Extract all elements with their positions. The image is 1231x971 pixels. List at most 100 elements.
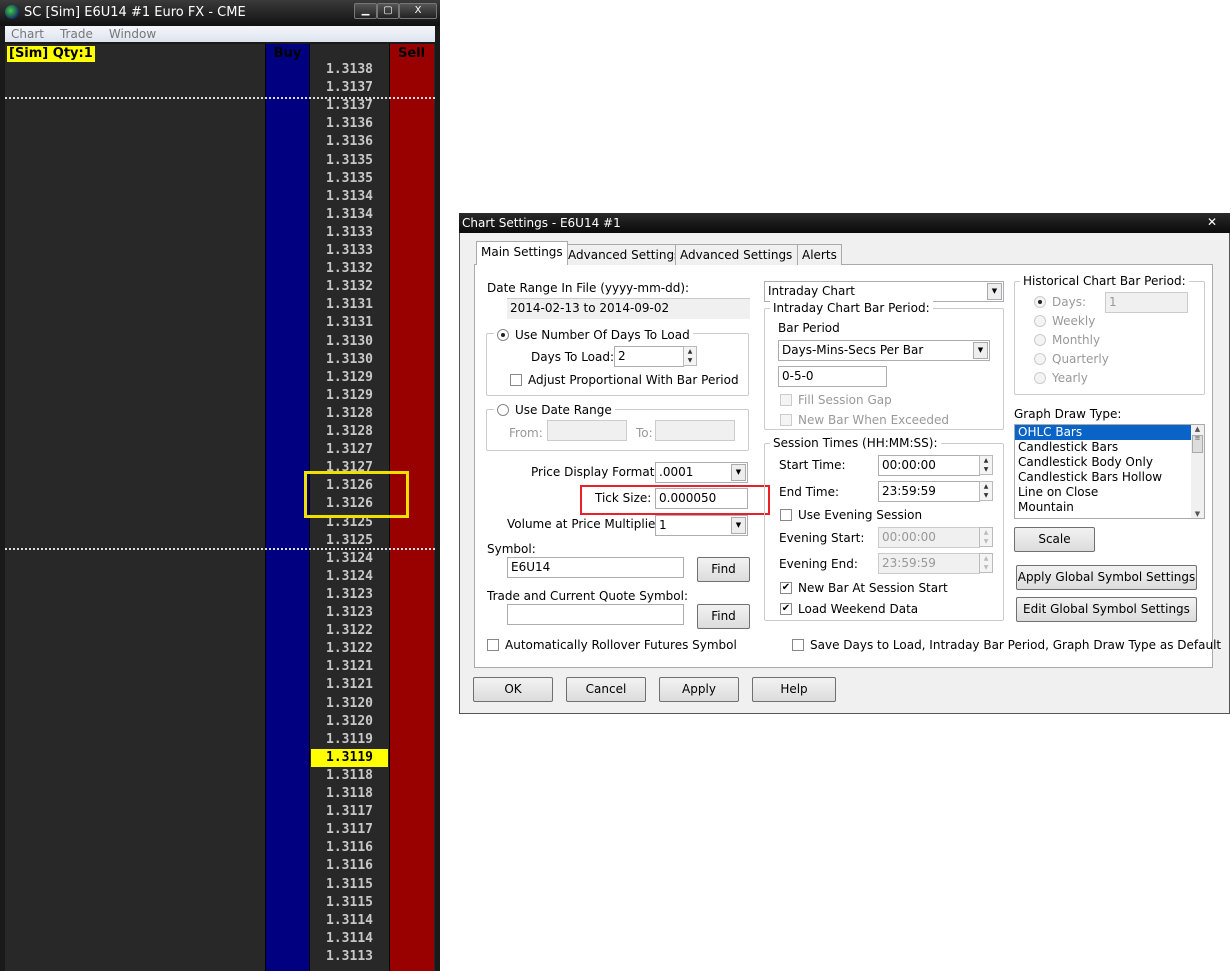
hist-days-input[interactable]: 1 — [1105, 292, 1188, 313]
hist-radio[interactable] — [1034, 353, 1046, 365]
menu-trade[interactable]: Trade — [60, 27, 93, 41]
from-input[interactable] — [547, 420, 627, 441]
hist-radio[interactable] — [1034, 372, 1046, 384]
price-row[interactable]: 1.3138 — [310, 61, 389, 79]
price-row[interactable]: 1.3130 — [310, 333, 389, 351]
evening-end-spinner[interactable]: ▲ ▼ — [979, 553, 993, 573]
edit-global-button[interactable]: Edit Global Symbol Settings — [1016, 597, 1197, 622]
price-row[interactable]: 1.3124 — [310, 550, 389, 568]
graph-type-item[interactable]: Candlestick Bars — [1015, 440, 1191, 455]
price-row[interactable]: 1.3123 — [310, 604, 389, 622]
price-row[interactable]: 1.3114 — [310, 912, 389, 930]
help-button[interactable]: Help — [752, 677, 836, 702]
bar-period-input[interactable]: 0-5-0 — [778, 366, 887, 387]
graph-type-item[interactable]: OHLC Bars — [1015, 425, 1191, 440]
end-time-spinner[interactable]: ▲ ▼ — [979, 481, 993, 501]
current-price-row[interactable]: 1.3119 — [311, 748, 388, 767]
price-row[interactable]: 1.3121 — [310, 658, 389, 676]
maximize-button[interactable]: ▢ — [377, 3, 399, 19]
price-row[interactable]: 1.3117 — [310, 821, 389, 839]
rollover-checkbox[interactable] — [487, 639, 499, 651]
price-row[interactable]: 1.3115 — [310, 894, 389, 912]
price-row[interactable]: 1.3128 — [310, 423, 389, 441]
price-row[interactable]: 1.3136 — [310, 115, 389, 133]
menu-chart[interactable]: Chart — [11, 27, 44, 41]
hist-option-2[interactable]: Monthly — [1034, 333, 1100, 347]
price-row[interactable]: 1.3132 — [310, 260, 389, 278]
hist-radio[interactable] — [1034, 334, 1046, 346]
price-format-select[interactable]: .0001 ▼ — [655, 462, 748, 483]
price-row[interactable]: 1.3135 — [310, 170, 389, 188]
price-row[interactable]: 1.3134 — [310, 188, 389, 206]
close-button[interactable]: X — [399, 3, 437, 19]
graph-type-item[interactable]: Line on Close — [1015, 485, 1191, 500]
cancel-button[interactable]: Cancel — [566, 677, 646, 702]
price-row[interactable]: 1.3120 — [310, 695, 389, 713]
quote-symbol-input[interactable] — [507, 604, 684, 625]
scrollbar[interactable]: ▲ ≡ ▼ — [1191, 425, 1204, 518]
hist-radio[interactable] — [1034, 315, 1046, 327]
price-row[interactable]: 1.3131 — [310, 296, 389, 314]
new-bar-session-row[interactable]: ✔ New Bar At Session Start — [780, 581, 948, 595]
price-row[interactable]: 1.3122 — [310, 640, 389, 658]
price-row[interactable]: 1.3123 — [310, 586, 389, 604]
days-to-load-input[interactable]: 2 — [614, 346, 684, 367]
price-row[interactable]: 1.3115 — [310, 876, 389, 894]
hist-option-4[interactable]: Yearly — [1034, 371, 1088, 385]
price-row[interactable]: 1.3119 — [310, 731, 389, 749]
fill-gap-checkbox[interactable] — [780, 394, 792, 406]
symbol-input[interactable]: E6U14 — [507, 557, 684, 578]
apply-button[interactable]: Apply — [659, 677, 739, 702]
new-bar-exceeded-checkbox[interactable] — [780, 414, 792, 426]
use-evening-row[interactable]: Use Evening Session — [780, 508, 922, 522]
graph-draw-type-list[interactable]: OHLC Bars Candlestick Bars Candlestick Bod… — [1014, 424, 1205, 519]
price-row[interactable]: 1.3134 — [310, 206, 389, 224]
graph-type-item[interactable]: Candlestick Bars Hollow — [1015, 470, 1191, 485]
find-quote-button[interactable]: Find — [697, 604, 750, 629]
price-row[interactable]: 1.3121 — [310, 676, 389, 694]
hist-option-3[interactable]: Quarterly — [1034, 352, 1109, 366]
price-row[interactable]: 1.3133 — [310, 242, 389, 260]
price-row[interactable]: 1.3116 — [310, 857, 389, 875]
graph-type-item[interactable]: Mountain — [1015, 500, 1191, 515]
price-row[interactable]: 1.3137 — [310, 79, 389, 97]
price-row[interactable]: 1.3114 — [310, 930, 389, 948]
chart-type-select[interactable]: Intraday Chart ▼ — [764, 281, 1004, 302]
evening-start-input[interactable]: 00:00:00 — [878, 527, 980, 548]
price-row[interactable]: 1.3131 — [310, 314, 389, 332]
price-row[interactable]: 1.3118 — [310, 785, 389, 803]
price-row[interactable]: 1.3137 — [310, 97, 389, 115]
evening-start-spinner[interactable]: ▲ ▼ — [979, 527, 993, 547]
scale-button[interactable]: Scale — [1014, 527, 1095, 552]
adjust-checkbox-row[interactable]: Adjust Proportional With Bar Period — [510, 373, 739, 387]
price-row[interactable]: 1.3127 — [310, 441, 389, 459]
vap-select[interactable]: 1 ▼ — [655, 515, 748, 536]
bar-period-type-select[interactable]: Days-Mins-Secs Per Bar ▼ — [778, 340, 990, 361]
price-row[interactable]: 1.3118 — [310, 767, 389, 785]
price-row[interactable]: 1.3124 — [310, 568, 389, 586]
rollover-row[interactable]: Automatically Rollover Futures Symbol — [487, 638, 737, 652]
save-default-checkbox[interactable] — [792, 639, 804, 651]
new-bar-session-checkbox[interactable]: ✔ — [780, 582, 792, 594]
adjust-checkbox[interactable] — [510, 374, 522, 386]
use-evening-checkbox[interactable] — [780, 509, 792, 521]
price-row[interactable]: 1.3128 — [310, 405, 389, 423]
fill-gap-row[interactable]: Fill Session Gap — [780, 393, 892, 407]
price-row[interactable]: 1.3117 — [310, 803, 389, 821]
tab-main-settings[interactable]: Main Settings — [476, 241, 568, 265]
days-group-title[interactable]: Use Number Of Days To Load — [494, 328, 693, 342]
price-row[interactable]: 1.3133 — [310, 224, 389, 242]
price-row[interactable]: 1.3129 — [310, 369, 389, 387]
end-time-input[interactable]: 23:59:59 — [878, 481, 980, 502]
price-row[interactable]: 1.3116 — [310, 839, 389, 857]
load-weekend-row[interactable]: ✔ Load Weekend Data — [780, 602, 918, 616]
tab-advanced-settings-2[interactable]: Advanced Settings 2 — [675, 244, 809, 265]
apply-global-button[interactable]: Apply Global Symbol Settings — [1016, 565, 1197, 590]
ok-button[interactable]: OK — [473, 677, 553, 702]
price-row[interactable]: 1.3120 — [310, 713, 389, 731]
evening-end-input[interactable]: 23:59:59 — [878, 553, 980, 574]
price-row[interactable]: 1.3132 — [310, 278, 389, 296]
hist-option-0[interactable]: Days: — [1034, 295, 1086, 309]
save-default-row[interactable]: Save Days to Load, Intraday Bar Period, … — [792, 638, 1221, 652]
days-spinner[interactable]: ▲ ▼ — [683, 346, 697, 366]
